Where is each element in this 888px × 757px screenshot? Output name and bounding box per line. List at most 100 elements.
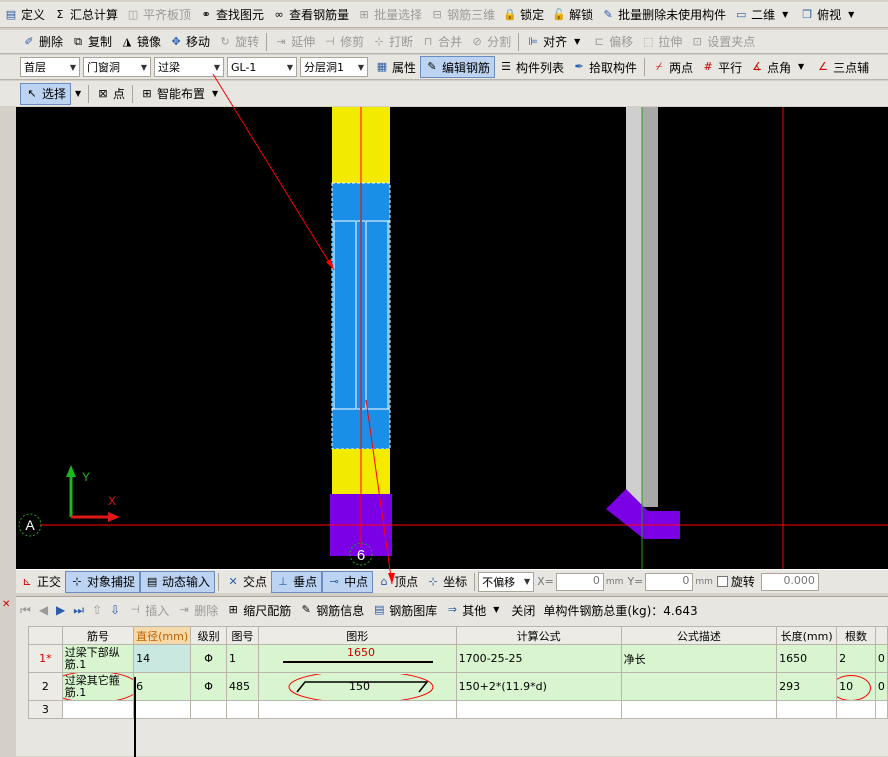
other-dropdown[interactable]: ⇒ 其他 ▼ [441,599,507,621]
description-cell[interactable]: 净长 [620,644,778,673]
count-cell[interactable]: 2 [836,644,876,673]
chevron-down-icon[interactable]: ▼ [71,87,85,101]
length-cell[interactable]: 1650 [776,644,838,673]
scale-rebar-button[interactable]: ⊞ 缩尺配筋 [222,599,295,621]
column-header[interactable]: 筋号 [61,626,135,645]
first-record-icon[interactable]: ⏮ [16,599,35,621]
drawing-canvas[interactable]: A 6 Y X [16,107,888,569]
formula-cell[interactable]: 1700-25-25 [455,644,622,673]
figure-number-cell[interactable]: 1 [226,644,259,673]
grade-cell[interactable]: Φ [190,672,228,701]
column-header[interactable]: 公式描述 [620,626,778,645]
row-number[interactable]: 3 [28,700,63,719]
offset-button[interactable]: ⊏ 偏移 [588,31,637,53]
perpendicular-snap[interactable]: ⊥ 垂点 [271,570,323,593]
shape-cell[interactable]: 150 [257,672,457,701]
floor-select[interactable]: 首层 ▼ [20,57,80,77]
break-button[interactable]: ⊹ 打断 [368,31,417,53]
offset-mode-select[interactable]: 不偏移 ▼ [478,571,535,592]
flat-slab-top-button[interactable]: ◫ 平齐板顶 [122,4,195,26]
column-header[interactable]: 计算公式 [455,626,622,645]
element-select[interactable]: GL-1 ▼ [227,57,297,77]
move-button[interactable]: ✥ 移动 [165,31,214,53]
delete-row-button[interactable]: ⇥ 删除 [173,599,222,621]
merge-button[interactable]: ⊓ 合并 [417,31,466,53]
figure-number-cell[interactable]: 485 [226,672,259,701]
column-header[interactable]: 图号 [226,626,259,645]
midpoint-snap[interactable]: ⊸ 中点 [322,570,374,593]
view-rebar-button[interactable]: ∞ 查看钢筋量 [268,4,353,26]
coordinate-snap[interactable]: ⊹ 坐标 [422,571,471,593]
row-number[interactable]: 1* [28,644,63,673]
define-button[interactable]: ▤ 定义 [0,4,49,26]
properties-button[interactable]: ▦ 属性 [371,56,420,78]
object-snap-toggle[interactable]: ⊹ 对象捕捉 [65,570,141,593]
point-button[interactable]: ⊠ 点 [92,83,129,105]
rebar-3d-button[interactable]: ⊟ 钢筋三维 [426,4,499,26]
batch-delete-button[interactable]: ✎ 批量删除未使用构件 [597,4,730,26]
point-angle-dropdown[interactable]: ∡ 点角 ▼ [746,56,812,78]
column-header[interactable]: 图形 [257,626,457,645]
diameter-cell[interactable] [133,700,192,719]
delete-button[interactable]: ✐ 删除 [18,31,67,53]
move-down-icon[interactable]: ⇩ [106,599,124,621]
table-row[interactable]: 3 [28,700,888,719]
rebar-name-cell[interactable]: 过梁下部纵筋.1 [61,644,135,673]
three-point-button[interactable]: ∠ 三点辅 [812,56,873,78]
column-header[interactable]: 根数 [836,626,876,645]
shape-cell[interactable]: 1650 [257,644,457,673]
figure-number-cell[interactable] [226,700,259,719]
move-up-icon[interactable]: ⇧ [88,599,106,621]
trim-button[interactable]: ⊣ 修剪 [319,31,368,53]
column-header[interactable]: 级别 [190,626,228,645]
table-row[interactable]: 1* 过梁下部纵筋.1 14 Φ 1 1650 1700-25-25 净长 16… [28,644,888,673]
description-cell[interactable] [620,672,778,701]
intersection-snap[interactable]: ✕ 交点 [222,571,271,593]
prev-record-icon[interactable]: ◀ [35,599,52,621]
rebar-library-button[interactable]: ▤ 钢筋图库 [368,599,441,621]
element-list-button[interactable]: ☰ 构件列表 [495,56,568,78]
category-select[interactable]: 门窗洞 ▼ [83,57,151,77]
shape-cell[interactable] [257,700,457,719]
rebar-info-button[interactable]: ✎ 钢筋信息 [295,599,368,621]
batch-select-button[interactable]: ⊞ 批量选择 [353,4,426,26]
grade-cell[interactable]: Φ [190,644,228,673]
extend-button[interactable]: ⇥ 延伸 [270,31,319,53]
description-cell[interactable] [620,700,778,719]
dynamic-input-toggle[interactable]: ▤ 动态输入 [140,570,216,593]
rebar-name-cell[interactable] [61,700,135,719]
type-select[interactable]: 过梁 ▼ [154,57,224,77]
rotate-input[interactable]: 0.000 [760,572,819,591]
edit-rebar-button[interactable]: ✎ 编辑钢筋 [420,56,496,78]
row-number[interactable]: 2 [28,672,63,701]
count-cell[interactable] [836,700,876,719]
copy-button[interactable]: ⧉ 复制 [67,31,116,53]
lock-button[interactable]: 🔒 锁定 [499,4,548,26]
unlock-button[interactable]: 🔓 解锁 [548,4,597,26]
parallel-button[interactable]: # 平行 [697,56,746,78]
extra-cell[interactable]: 0 [874,644,888,673]
vertex-snap[interactable]: ⌂ 顶点 [373,571,422,593]
last-record-icon[interactable]: ⏭ [69,599,88,621]
extra-cell[interactable]: 0 [874,672,888,701]
rotate-button[interactable]: ↻ 旋转 [214,31,263,53]
y-input[interactable]: 0 [645,572,694,591]
grade-cell[interactable] [190,700,228,719]
next-record-icon[interactable]: ▶ [52,599,69,621]
column-header[interactable]: 直径(mm) [133,626,192,645]
rotate-checkbox[interactable]: 旋转 [713,571,759,593]
pick-element-button[interactable]: ✒ 拾取构件 [568,56,641,78]
set-grip-button[interactable]: ⊡ 设置夹点 [686,31,759,53]
length-cell[interactable]: 293 [776,672,838,701]
count-cell[interactable]: 10 [836,672,876,701]
diameter-cell[interactable]: 14 [133,644,192,673]
summary-button[interactable]: Σ 汇总计算 [49,4,122,26]
extra-cell[interactable] [874,700,888,719]
two-points-button[interactable]: ⌿ 两点 [648,56,697,78]
table-row[interactable]: 2 过梁其它箍筋.1 6 Φ 485 150 150+2*(11.9*d) 29… [28,672,888,701]
mirror-button[interactable]: ◮ 镜像 [116,31,165,53]
view-mode-dropdown[interactable]: ▭ 二维 ▼ [730,4,796,26]
column-header[interactable]: 长度(mm) [776,626,838,645]
ortho-toggle[interactable]: ⊾ 正交 [16,571,65,593]
formula-cell[interactable] [455,700,622,719]
